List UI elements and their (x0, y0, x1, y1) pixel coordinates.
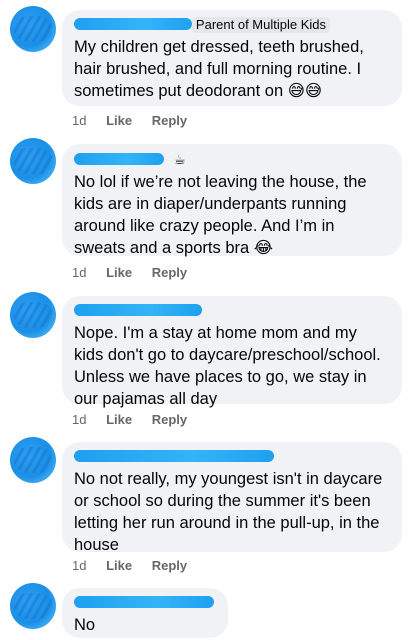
reply-button[interactable]: Reply (152, 412, 187, 427)
like-button[interactable]: Like (106, 558, 132, 573)
comment-bubble: Nope. I'm a stay at home mom and my kids… (62, 296, 402, 408)
comment-bubble: No (62, 588, 228, 638)
comment-text: No not really, my youngest isn't in dayc… (74, 470, 383, 554)
timestamp: 1d (72, 265, 87, 280)
comment-actions: 1d Like Reply (72, 265, 203, 280)
comment-text: My children get dressed, teeth brushed, … (74, 38, 364, 100)
reply-button[interactable]: Reply (152, 265, 187, 280)
author-name-redacted[interactable] (74, 596, 214, 608)
like-button[interactable]: Like (106, 113, 132, 128)
author-row: Parent of Multiple Kids (74, 17, 390, 34)
avatar[interactable] (10, 437, 56, 483)
comment-actions: 1d Like Reply (72, 558, 203, 573)
reply-button[interactable]: Reply (152, 558, 187, 573)
like-button[interactable]: Like (106, 412, 132, 427)
like-button[interactable]: Like (106, 265, 132, 280)
timestamp: 1d (72, 558, 87, 573)
comment-actions: 1d Like Reply (72, 113, 203, 128)
comment-text: Nope. I'm a stay at home mom and my kids… (74, 324, 381, 408)
coffee-cup-icon: ☕ (174, 152, 186, 167)
author-row: ☕ (74, 153, 390, 169)
comment-text: No lol if we’re not leaving the house, t… (74, 173, 367, 257)
comment-actions: 1d Like Reply (72, 412, 203, 427)
author-row (74, 304, 390, 320)
comment-bubble: No not really, my youngest isn't in dayc… (62, 442, 402, 554)
avatar[interactable] (10, 138, 56, 184)
author-row (74, 450, 390, 466)
author-name-redacted[interactable] (74, 18, 192, 30)
timestamp: 1d (72, 113, 87, 128)
reply-button[interactable]: Reply (152, 113, 187, 128)
avatar[interactable] (10, 583, 56, 629)
timestamp: 1d (72, 412, 87, 427)
author-name-redacted[interactable] (74, 153, 164, 165)
avatar[interactable] (10, 292, 56, 338)
comment-bubble: Parent of Multiple Kids My children get … (62, 10, 402, 106)
author-name-redacted[interactable] (74, 304, 202, 316)
author-row (74, 596, 216, 612)
comment-text: No (74, 616, 96, 634)
author-name-redacted[interactable] (74, 450, 274, 462)
comment-bubble: ☕ No lol if we’re not leaving the house,… (62, 144, 402, 257)
status-badge: Parent of Multiple Kids (191, 17, 330, 33)
avatar[interactable] (10, 6, 56, 52)
